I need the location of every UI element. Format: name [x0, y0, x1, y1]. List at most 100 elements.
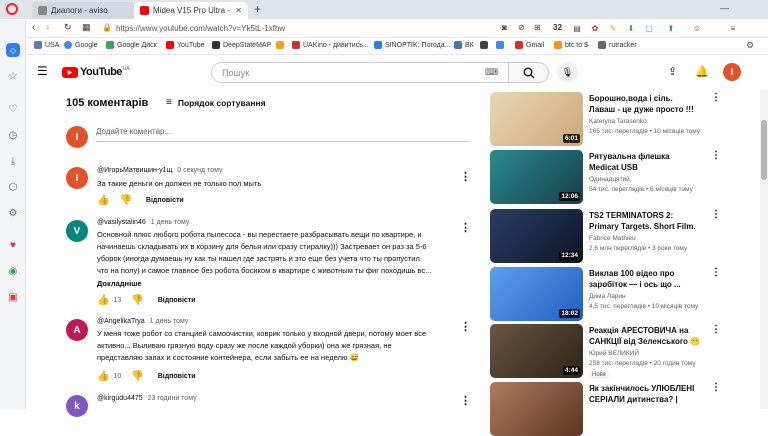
- pinboard-icon[interactable]: ♥: [6, 238, 20, 252]
- extension-3-icon[interactable]: ✎: [608, 23, 618, 33]
- back-icon[interactable]: ‹: [32, 22, 35, 33]
- notifications-icon[interactable]: 🔔: [695, 65, 709, 78]
- extension-4-icon[interactable]: ⬇: [626, 23, 636, 33]
- comment-author[interactable]: @ИгорьМатвишин-у1щ: [97, 167, 172, 174]
- comment-time[interactable]: 23 години тому: [148, 395, 197, 402]
- opera-menu-icon[interactable]: [6, 3, 18, 15]
- video-thumbnail[interactable]: [490, 382, 583, 436]
- related-video[interactable]: 12:34 TS2 TERMINATORS 2: Primary Targets…: [490, 209, 762, 267]
- close-tab-icon[interactable]: ✕: [235, 6, 242, 15]
- bookmark-btc[interactable]: btc to $: [554, 41, 588, 49]
- commenter-avatar[interactable]: I: [66, 167, 88, 189]
- search-input[interactable]: Пошук ⌨: [211, 62, 509, 83]
- add-comment-input[interactable]: Додайте коментар...: [96, 126, 470, 142]
- settings-icon[interactable]: ⚙: [6, 206, 20, 220]
- extension-5-icon[interactable]: ▢: [644, 23, 654, 33]
- bookmark-10[interactable]: [496, 41, 507, 49]
- bookmark-sinoptik[interactable]: SINOPTIK: Погода...: [374, 41, 450, 49]
- extension-6-icon[interactable]: ⬆: [666, 23, 676, 33]
- reload-icon[interactable]: ↻: [64, 22, 72, 33]
- video-title[interactable]: Реакція АРЕСТОВИЧА на САНКЦІЇ від Зеленс…: [589, 325, 701, 349]
- tab-aviso[interactable]: Диалоги - aviso: [32, 2, 134, 19]
- minimize-icon[interactable]: —: [720, 3, 737, 13]
- messenger-icon[interactable]: ◉: [6, 264, 20, 278]
- video-menu-icon[interactable]: ⋮: [711, 150, 721, 161]
- favorites-icon[interactable]: ♡: [6, 102, 20, 116]
- video-title[interactable]: TS2 TERMINATORS 2: Primary Targets. Shor…: [589, 210, 701, 232]
- video-thumbnail[interactable]: 12:34: [490, 209, 583, 263]
- bookmark-9[interactable]: [480, 41, 491, 49]
- video-thumbnail[interactable]: 18:02: [490, 267, 583, 321]
- search-button[interactable]: [509, 62, 549, 83]
- video-channel[interactable]: Одинадцятий: [589, 176, 630, 183]
- comment-author[interactable]: @AngelikaTrya: [97, 318, 145, 325]
- related-video[interactable]: 6:01 Борошно,вода і сіль. Лаваш - це дуж…: [490, 92, 762, 150]
- bookmark-gmail[interactable]: Gmail: [515, 41, 544, 49]
- bookmark-uakino[interactable]: UAKino - дивитись...: [292, 41, 369, 49]
- commenter-avatar[interactable]: A: [66, 319, 88, 341]
- voice-search-button[interactable]: 🎙: [557, 62, 578, 83]
- video-menu-icon[interactable]: ⋮: [711, 267, 721, 278]
- reply-button[interactable]: Відповісти: [158, 373, 196, 380]
- comment-time[interactable]: 1 день тому: [151, 219, 190, 226]
- related-video[interactable]: Як закінчилось УЛЮБЛЕНІ СЕРІАЛИ дитинств…: [490, 382, 762, 436]
- reply-button[interactable]: Відповісти: [158, 297, 196, 304]
- comment-time[interactable]: 0 секунд тому: [177, 167, 222, 174]
- adblock-icon[interactable]: ⊘: [518, 23, 525, 32]
- bookmark-vk[interactable]: ВК: [454, 41, 474, 49]
- video-title[interactable]: Як закінчилось УЛЮБЛЕНІ СЕРІАЛИ дитинств…: [589, 383, 701, 407]
- camera-icon[interactable]: ◙: [502, 23, 507, 32]
- sort-button[interactable]: ≡ Порядок сортування: [166, 97, 266, 108]
- comment-menu-icon[interactable]: ⋮: [460, 394, 471, 407]
- forward-icon[interactable]: ›: [46, 22, 49, 33]
- bookmark-deepstatemap[interactable]: DeepStateMAP: [212, 41, 271, 49]
- like-icon[interactable]: 👍: [97, 295, 109, 306]
- reply-button[interactable]: Відповісти: [146, 197, 184, 204]
- tab-youtube-video[interactable]: Midea V15 Pro Ultra - ✕: [134, 2, 248, 19]
- video-thumbnail[interactable]: 6:01: [490, 92, 583, 146]
- video-title[interactable]: Рятувальна флешка Medicat USB: [589, 151, 701, 173]
- url-field[interactable]: https://www.youtube.com/watch?v=Yk5tL-1x…: [116, 24, 285, 33]
- menu-icon[interactable]: ☰: [37, 64, 48, 78]
- like-icon[interactable]: 👍: [97, 195, 109, 206]
- video-channel[interactable]: Kateryna Tarasenko: [589, 118, 647, 125]
- video-channel[interactable]: Юрий ВЕЛИКИЙ: [589, 350, 639, 357]
- video-menu-icon[interactable]: ⋮: [711, 209, 721, 220]
- easy-setup-icon[interactable]: ≡: [728, 23, 738, 33]
- read-more-link[interactable]: Докладніше: [97, 279, 142, 288]
- video-channel[interactable]: Дима Ларин: [589, 293, 626, 300]
- speed-dial-icon[interactable]: ▦: [82, 22, 91, 33]
- related-video[interactable]: 18:02 Виклав 100 відео про заробіток — і…: [490, 267, 762, 325]
- comment-menu-icon[interactable]: ⋮: [460, 170, 471, 183]
- comment-author[interactable]: @kirgudu4475: [97, 395, 143, 402]
- comment-time[interactable]: 1 день тому: [150, 318, 189, 325]
- aria-ai-icon[interactable]: ◇: [6, 43, 20, 57]
- dislike-icon[interactable]: 👎: [131, 371, 143, 382]
- scrollbar-thumb[interactable]: [761, 120, 767, 180]
- bookmark-google-drive[interactable]: Google Диск: [106, 41, 157, 49]
- video-title[interactable]: Виклав 100 відео про заробіток — і ось щ…: [589, 268, 701, 290]
- comment-menu-icon[interactable]: ⋮: [460, 320, 471, 333]
- extension-1-icon[interactable]: ▤: [572, 23, 582, 33]
- bookmark-google[interactable]: Google: [64, 41, 98, 49]
- keyboard-icon[interactable]: ⌨: [485, 67, 498, 78]
- bookmark-5[interactable]: [276, 41, 287, 49]
- extensions-icon[interactable]: ⬡: [6, 180, 20, 194]
- user-avatar[interactable]: I: [723, 63, 741, 81]
- related-video[interactable]: 4:44 Реакція АРЕСТОВИЧА на САНКЦІЇ від З…: [490, 324, 762, 382]
- video-title[interactable]: Борошно,вода і сіль. Лаваш - це дуже про…: [589, 93, 701, 115]
- video-menu-icon[interactable]: ⋮: [711, 324, 721, 335]
- home-icon[interactable]: ☆: [6, 69, 20, 83]
- bookmark-youtube[interactable]: YouTube: [166, 41, 205, 49]
- video-menu-icon[interactable]: ⋮: [711, 92, 721, 103]
- bookmark-rutracker[interactable]: rutracker: [598, 41, 637, 49]
- video-thumbnail[interactable]: 4:44: [490, 324, 583, 378]
- shopping-icon[interactable]: ⊞: [534, 23, 541, 32]
- bookmark-usa[interactable]: USA: [34, 41, 59, 49]
- create-icon[interactable]: ⇪: [668, 65, 677, 78]
- new-tab-button[interactable]: +: [254, 2, 261, 16]
- extension-7-icon[interactable]: ☺: [692, 23, 702, 33]
- video-thumbnail[interactable]: 12:06: [490, 150, 583, 204]
- dislike-icon[interactable]: 👎: [131, 295, 143, 306]
- vpn-icon[interactable]: ▣: [6, 290, 20, 304]
